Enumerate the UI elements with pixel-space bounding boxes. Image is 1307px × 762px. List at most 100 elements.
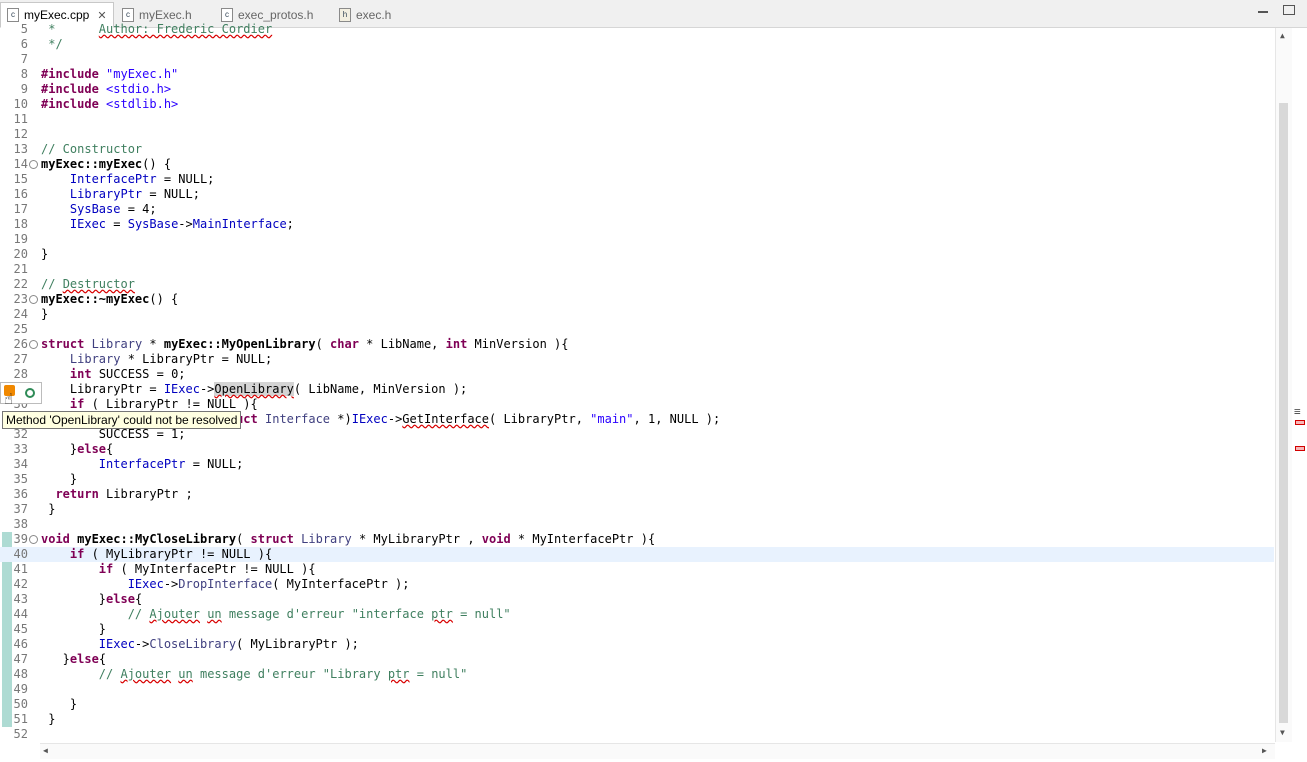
code-token: IExec [163,382,200,396]
code-line[interactable]: 21 [0,262,1274,277]
code-line[interactable]: 6 */ [0,37,1274,52]
code-token: * MyLibraryPtr , [351,532,482,546]
code-line[interactable]: 20} [0,247,1274,262]
code-line[interactable]: 36 return LibraryPtr ; [0,487,1274,502]
code-line[interactable]: 41 if ( MyInterfacePtr != NULL ){ [0,562,1274,577]
line-number: 52 [13,727,28,741]
code-line[interactable]: 48 // Ajouter un message d'erreur "Libra… [0,667,1274,682]
code-text: if ( MyLibraryPtr != NULL ){ [41,547,272,562]
tab-label: exec.h [356,7,392,22]
scroll-up-icon[interactable]: ▲ [1280,31,1285,40]
code-line[interactable]: 28 int SUCCESS = 0; [0,367,1274,382]
code-line[interactable]: 13 // Constructor [0,142,1274,157]
code-line[interactable]: 22 // Destructor [0,277,1274,292]
quick-fix-icon[interactable] [25,388,35,398]
code-token: MainInterface [192,217,287,231]
code-line[interactable]: 15 InterfacePtr = NULL; [0,172,1274,187]
code-line[interactable]: 33 }else{ [0,442,1274,457]
code-line[interactable]: 38 [0,517,1274,532]
maximize-icon[interactable] [1283,5,1295,15]
code-line[interactable]: 34 InterfacePtr = NULL; [0,457,1274,472]
code-line[interactable]: 49 [0,682,1274,697]
code-token: Author: Frederic Cordier [98,22,273,36]
code-line[interactable]: 19 [0,232,1274,247]
code-token: ( LibraryPtr, [489,412,591,426]
fold-toggle-icon[interactable] [29,160,38,169]
code-line[interactable]: 45 } [0,622,1274,637]
code-line[interactable]: 29 LibraryPtr = IExec->OpenLibrary( LibN… [0,382,1274,397]
code-line[interactable]: 7 [0,52,1274,67]
code-text: // Constructor [41,142,142,157]
fold-toggle-icon[interactable] [29,535,38,544]
code-text: if ( LibraryPtr != NULL ){ [41,397,258,412]
code-line[interactable]: 40 if ( MyLibraryPtr != NULL ){ [0,547,1274,562]
code-line[interactable]: 26 struct Library * myExec::MyOpenLibrary… [0,337,1274,352]
code-line[interactable]: 27 Library * LibraryPtr = NULL; [0,352,1274,367]
code-token: void [481,532,511,546]
fold-toggle-icon[interactable] [29,340,38,349]
code-text: }else{ [41,652,106,667]
code-line[interactable]: 10 #include <stdlib.h> [0,97,1274,112]
code-text: LibraryPtr = IExec->OpenLibrary( LibName… [41,382,467,397]
code-token: , 1, NULL ); [633,412,721,426]
line-number: 24 [13,307,28,321]
code-line[interactable]: 30 if ( LibraryPtr != NULL ){ [0,397,1274,412]
code-line[interactable]: 47 }else{ [0,652,1274,667]
split-handle-icon[interactable]: ≡ [1294,405,1301,418]
code-line[interactable]: 9 #include <stdio.h> [0,82,1274,97]
scroll-right-icon[interactable]: ▶ [1262,746,1267,755]
code-line[interactable]: 16 LibraryPtr = NULL; [0,187,1274,202]
code-line[interactable]: 14 myExec::myExec() { [0,157,1274,172]
code-line[interactable]: 35 } [0,472,1274,487]
code-token: { [134,592,143,606]
code-line[interactable]: 24} [0,307,1274,322]
overview-ruler[interactable]: ≡ [1292,28,1307,742]
line-number: 34 [13,457,28,471]
line-number: 50 [13,697,28,711]
code-line[interactable]: 18 IExec = SysBase->MainInterface; [0,217,1274,232]
scroll-down-icon[interactable]: ▼ [1280,728,1285,737]
code-line[interactable]: 11 [0,112,1274,127]
code-line[interactable]: 50 } [0,697,1274,712]
code-token: #include [41,82,99,96]
line-number: 33 [13,442,28,456]
scrollbar-thumb[interactable] [1279,103,1288,723]
code-line[interactable]: 12 [0,127,1274,142]
error-overview-marker[interactable] [1295,420,1305,425]
vertical-scrollbar[interactable]: ▲ ▼ [1275,28,1292,742]
code-line[interactable]: 23 myExec::~myExec() { [0,292,1274,307]
code-line[interactable]: 42 IExec->DropInterface( MyInterfacePtr … [0,577,1274,592]
code-line[interactable]: 8 #include "myExec.h" [0,67,1274,82]
code-line[interactable]: 17 SysBase = 4; [0,202,1274,217]
scroll-left-icon[interactable]: ◀ [43,746,48,755]
code-line[interactable]: 43 }else{ [0,592,1274,607]
error-overview-marker[interactable] [1295,446,1305,451]
code-text: } [41,712,55,727]
code-line[interactable]: 39 void myExec::MyCloseLibrary( struct Li… [0,532,1274,547]
horizontal-scrollbar[interactable]: ◀ ▶ [40,743,1275,759]
minimize-icon[interactable] [1258,11,1268,13]
code-token: -> [134,637,150,651]
code-editor[interactable]: 5 * Author: Frederic Cordier 6 */7 8 #inclu… [0,22,1274,742]
line-number: 38 [13,517,28,531]
code-line[interactable]: 5 * Author: Frederic Cordier [0,22,1274,37]
code-line[interactable]: 51 } [0,712,1274,727]
line-number: 43 [13,592,28,606]
code-line[interactable]: 25 [0,322,1274,337]
code-line[interactable]: 46 IExec->CloseLibrary( MyLibraryPtr ); [0,637,1274,652]
code-line[interactable]: 37 } [0,502,1274,517]
line-number: 22 [13,277,28,291]
code-line[interactable]: 32 SUCCESS = 1; [0,427,1274,442]
line-number: 9 [20,82,28,96]
code-line[interactable]: 44 // Ajouter un message d'erreur "inter… [0,607,1274,622]
code-line[interactable]: 52 [0,727,1274,742]
code-token: ( MyLibraryPtr ); [236,637,359,651]
code-token: ( MyLibraryPtr != NULL ){ [84,547,273,561]
code-token: void [41,532,70,546]
close-tab-icon[interactable]: ✕ [97,9,106,22]
line-number: 17 [13,202,28,216]
fold-toggle-icon[interactable] [29,295,38,304]
line-number: 44 [13,607,28,621]
